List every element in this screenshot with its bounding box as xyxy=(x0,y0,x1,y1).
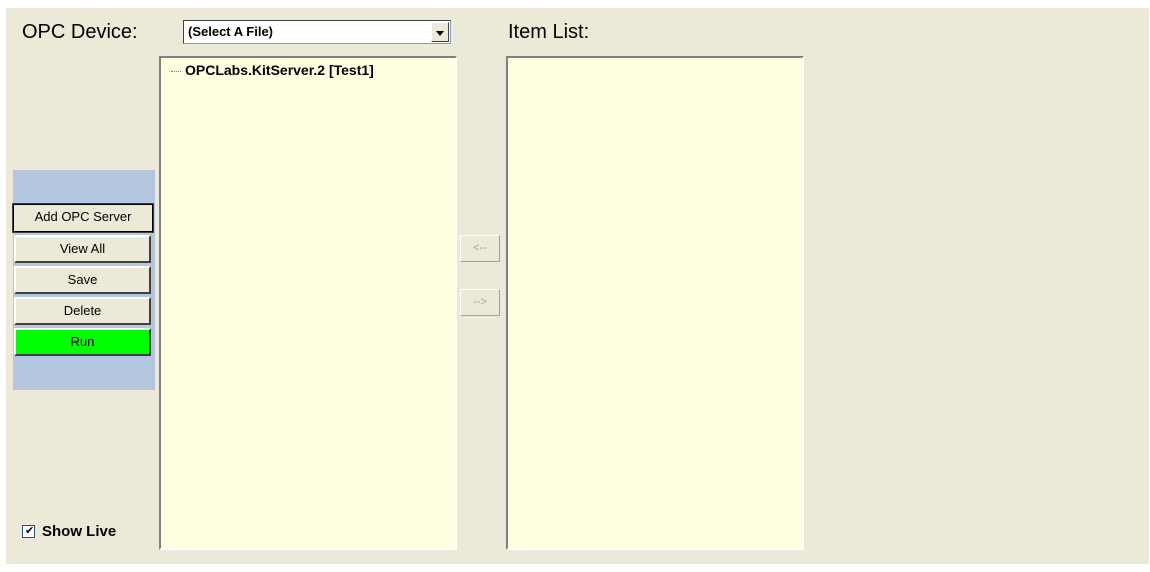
view-all-button[interactable]: View All xyxy=(14,235,151,263)
add-opc-server-button[interactable]: Add OPC Server xyxy=(12,203,154,233)
dropdown-button[interactable] xyxy=(431,22,449,42)
show-live-label[interactable]: Show Live xyxy=(42,523,116,540)
device-select-value: (Select A File) xyxy=(188,24,274,39)
chevron-down-icon xyxy=(436,31,444,36)
show-live-checkbox[interactable]: ✔ xyxy=(22,525,35,538)
opc-device-label: OPC Device: xyxy=(22,21,138,43)
item-list[interactable] xyxy=(506,56,804,550)
move-left-button[interactable]: <-- xyxy=(460,235,500,262)
run-button[interactable]: Run xyxy=(14,328,151,356)
tree-connector-icon xyxy=(171,70,181,72)
server-tree[interactable]: OPCLabs.KitServer.2 [Test1] xyxy=(159,56,457,550)
move-right-button[interactable]: --> xyxy=(460,289,500,316)
delete-button[interactable]: Delete xyxy=(14,297,151,325)
item-list-label: Item List: xyxy=(508,21,590,43)
save-button[interactable]: Save xyxy=(14,266,151,294)
tree-item-server[interactable]: OPCLabs.KitServer.2 [Test1] xyxy=(171,62,374,78)
check-icon: ✔ xyxy=(25,525,35,537)
tree-item-label: OPCLabs.KitServer.2 [Test1] xyxy=(185,62,374,78)
device-select[interactable]: (Select A File) xyxy=(183,20,451,44)
